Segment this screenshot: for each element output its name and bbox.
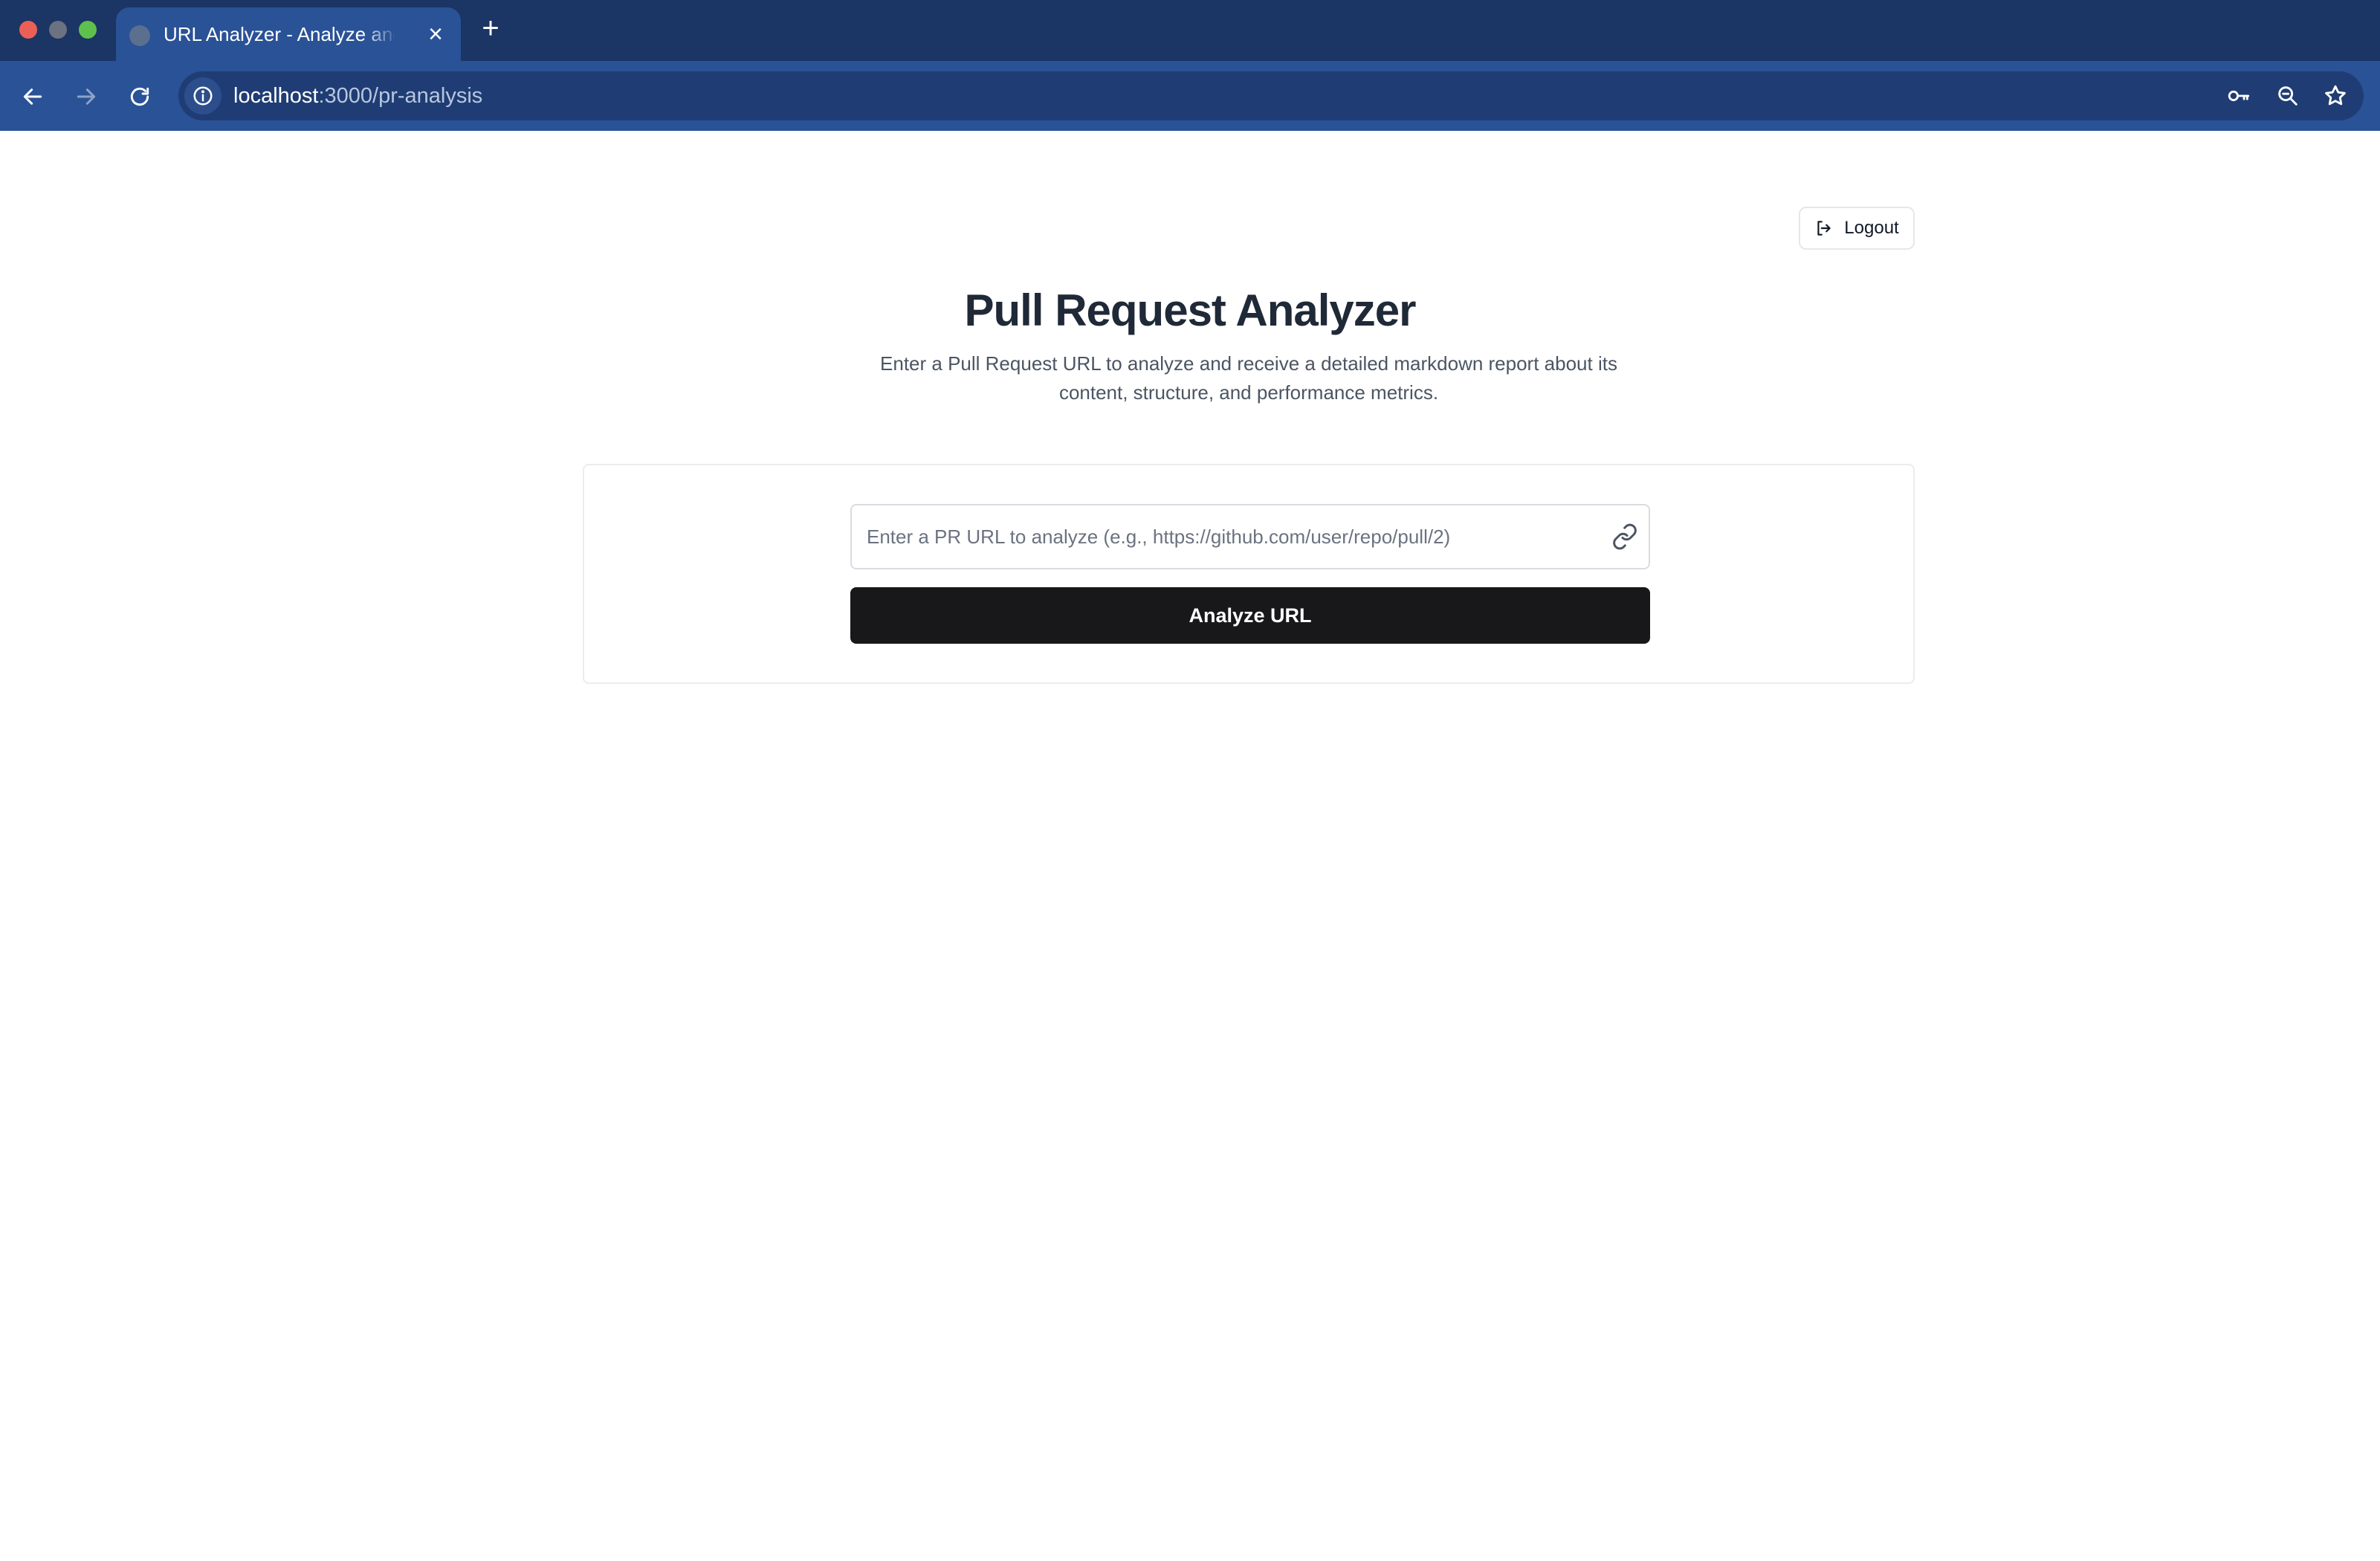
key-icon[interactable] (2224, 81, 2254, 111)
analyzer-card: Analyze URL (583, 464, 1915, 684)
pr-url-field[interactable] (850, 504, 1650, 569)
browser-tab-active[interactable]: URL Analyzer - Analyze and V × (116, 7, 461, 61)
address-bar[interactable]: localhost:3000/pr-analysis (178, 71, 2364, 120)
tab-close-icon[interactable]: × (421, 19, 450, 49)
reload-icon[interactable] (120, 77, 159, 116)
page-title: Pull Request Analyzer (964, 285, 1417, 335)
page-subtitle: Enter a Pull Request URL to analyze and … (880, 352, 1617, 404)
browser-toolbar: localhost:3000/pr-analysis (0, 61, 2380, 131)
address-url[interactable]: localhost:3000/pr-analysis (233, 81, 482, 111)
zoom-icon[interactable] (2273, 81, 2303, 111)
link-icon (1613, 523, 1637, 550)
logout-button[interactable]: Logout (1799, 207, 1915, 250)
globe-icon (129, 25, 150, 46)
new-tab-icon[interactable]: + (476, 13, 505, 43)
url-path: :3000/pr-analysis (318, 84, 483, 108)
window-close-dot[interactable] (19, 21, 37, 39)
logout-icon (1817, 221, 1831, 236)
star-icon[interactable] (2321, 81, 2350, 111)
pr-url-input[interactable] (852, 505, 1595, 568)
window-minimize-dot[interactable] (49, 21, 67, 39)
forward-arrow-icon[interactable] (67, 77, 106, 116)
logout-label: Logout (1844, 218, 1899, 238)
window-maximize-dot[interactable] (79, 21, 97, 39)
browser-tabstrip: URL Analyzer - Analyze and V × + (0, 0, 2380, 61)
info-icon[interactable] (184, 77, 221, 114)
back-arrow-icon[interactable] (13, 77, 52, 116)
tab-title: URL Analyzer - Analyze and V (164, 23, 394, 45)
url-host: localhost (233, 84, 319, 108)
analyze-url-button[interactable]: Analyze URL (850, 587, 1650, 644)
